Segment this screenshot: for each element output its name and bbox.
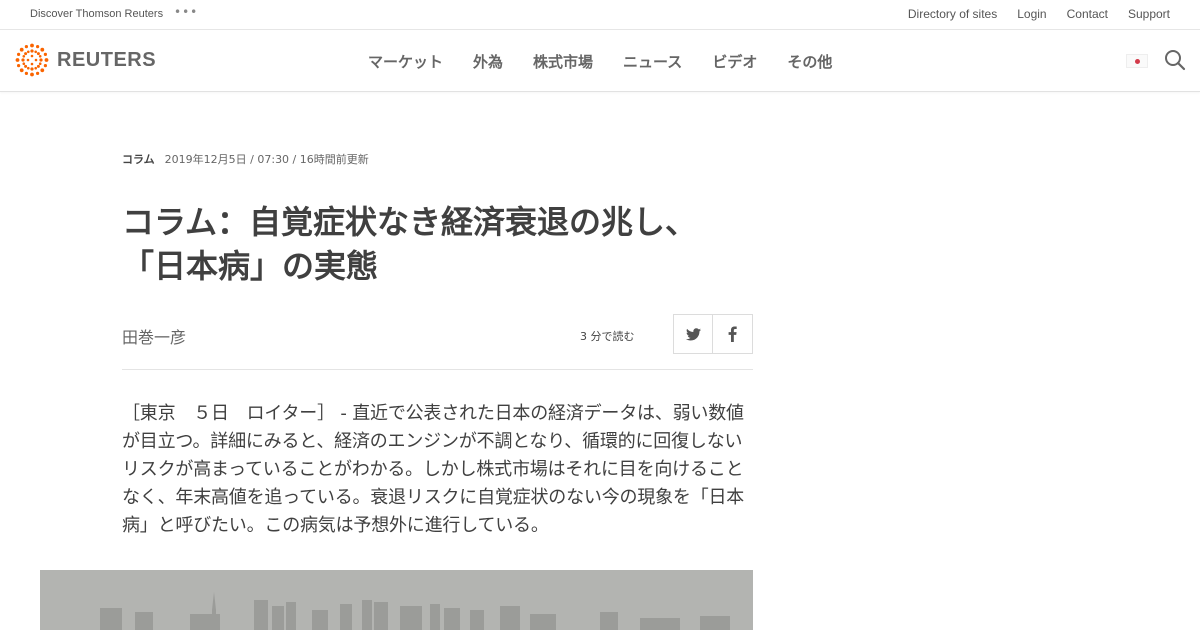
facebook-share-button[interactable] [713,314,753,354]
read-time: 3 分で読む [580,330,635,343]
nav-forex[interactable]: 外為 [473,51,503,72]
twitter-share-button[interactable] [673,314,713,354]
login-link[interactable]: Login [1017,7,1046,21]
reuters-logo[interactable]: REUTERS [15,43,156,77]
facebook-icon [728,326,737,342]
nav-stocks[interactable]: 株式市場 [533,51,593,72]
search-button[interactable] [1164,49,1186,75]
article-lead-paragraph: ［東京 ５日 ロイター］ - 直近で公表された日本の経済データは、弱い数値が目立… [122,403,745,536]
article-headline: コラム：自覚症状なき経済衰退の兆し、「日本病」の実態 [122,203,698,285]
article-category[interactable]: コラム [122,151,155,167]
logo-wordmark: REUTERS [57,48,157,71]
utility-links: Directory of sites Login Contact Support [908,7,1170,21]
search-icon [1165,50,1186,71]
contact-link[interactable]: Contact [1067,7,1108,21]
nav-markets[interactable]: マーケット [368,51,443,72]
nav-news[interactable]: ニュース [623,51,682,72]
article-meta: コラム 2019年12月5日 / 07:30 / 16時間前更新 [122,151,369,167]
skyline-image [40,570,753,630]
article-photo[interactable] [40,570,753,630]
section-nav: マーケット 外為 株式市場 ニュース ビデオ その他 [368,51,832,72]
discover-link[interactable]: Discover Thomson Reuters [30,8,163,20]
support-link[interactable]: Support [1128,7,1170,21]
more-dots-icon[interactable]: ••• [174,5,198,19]
article-date: 2019年12月5日 / 07:30 / 16時間前更新 [164,153,369,166]
nav-more[interactable]: その他 [787,51,832,72]
divider [122,369,753,370]
reuters-logo-icon [15,43,49,77]
author-byline[interactable]: 田巻一彦 [122,324,186,348]
utility-bar: Discover Thomson Reuters ••• Directory o… [0,0,1200,30]
twitter-icon [685,327,701,340]
japan-flag-icon[interactable] [1126,54,1148,68]
directory-link[interactable]: Directory of sites [908,7,997,21]
main-nav: REUTERS マーケット 外為 株式市場 ニュース ビデオ その他 [0,30,1200,92]
nav-video[interactable]: ビデオ [712,51,757,72]
share-buttons [673,314,753,354]
